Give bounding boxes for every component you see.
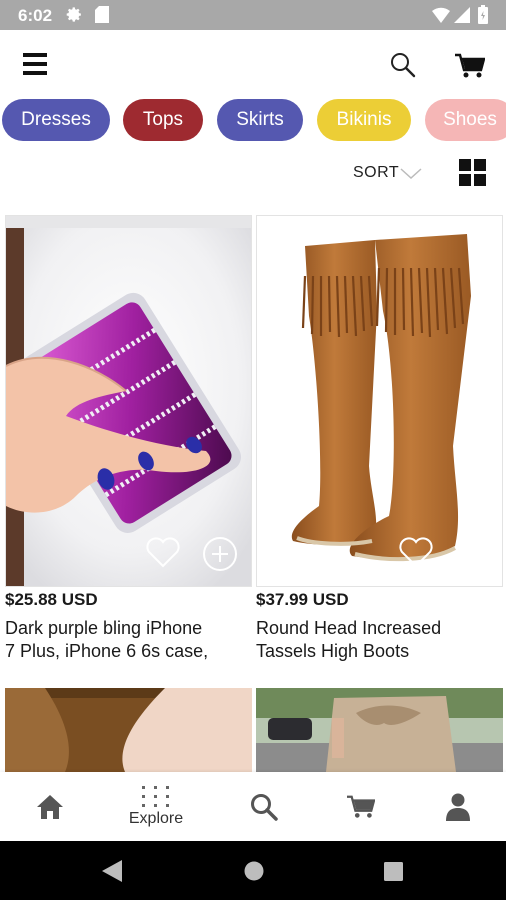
nav-cart[interactable] — [331, 772, 391, 841]
chip-tops[interactable]: Tops — [123, 99, 203, 141]
chip-skirts[interactable]: Skirts — [217, 99, 303, 141]
menu-icon[interactable] — [23, 53, 47, 75]
status-bar: 6:02 — [0, 0, 506, 30]
nav-search[interactable] — [234, 772, 294, 841]
chip-dresses[interactable]: Dresses — [2, 99, 110, 141]
product-title[interactable]: Dark purple bling iPhone 7 Plus, iPhone … — [5, 617, 245, 663]
product-title-line: 7 Plus, iPhone 6 6s case, — [5, 641, 209, 661]
nav-explore-label: Explore — [128, 809, 184, 827]
nav-explore[interactable]: Explore — [116, 772, 196, 841]
profile-icon — [446, 793, 470, 821]
sd-card-icon — [95, 6, 109, 23]
product-image-phone-case — [6, 216, 251, 586]
product-card[interactable] — [5, 688, 252, 772]
sort-toolbar: SORT — [0, 152, 506, 196]
nav-profile[interactable] — [428, 772, 488, 841]
product-card[interactable] — [256, 688, 503, 772]
bottom-navigation: Explore — [0, 772, 506, 841]
cart-icon — [347, 794, 375, 820]
add-icon[interactable] — [202, 536, 238, 572]
battery-icon — [478, 5, 488, 24]
gear-icon — [66, 6, 83, 23]
product-image-boots — [257, 216, 502, 586]
chevron-down-icon[interactable] — [400, 168, 422, 180]
product-title-line: Dark purple bling iPhone — [5, 618, 203, 638]
signal-icon — [454, 7, 470, 23]
search-icon[interactable] — [390, 52, 416, 78]
system-navigation-bar — [0, 841, 506, 900]
product-image-next — [256, 688, 503, 772]
heart-icon[interactable] — [398, 536, 434, 568]
chip-bikinis[interactable]: Bikinis — [317, 99, 411, 141]
product-price: $37.99 USD — [256, 590, 349, 609]
cart-icon[interactable] — [455, 53, 485, 79]
home-circle-icon[interactable] — [244, 861, 264, 881]
explore-dots-icon — [142, 785, 170, 808]
category-chips: Dresses Tops Skirts Bikinis Shoes — [0, 98, 506, 142]
chip-shoes[interactable]: Shoes — [425, 99, 506, 141]
product-title-line: Round Head Increased — [256, 618, 442, 638]
app-header — [0, 30, 506, 98]
sort-button[interactable]: SORT — [353, 164, 399, 182]
product-card[interactable] — [5, 215, 252, 587]
product-card[interactable] — [256, 215, 503, 587]
back-icon[interactable] — [102, 860, 122, 882]
nav-home[interactable] — [20, 772, 80, 841]
search-icon — [250, 793, 278, 821]
home-icon — [36, 794, 64, 820]
product-price: $25.88 USD — [5, 590, 98, 609]
recents-icon[interactable] — [384, 862, 403, 881]
product-image-next — [5, 688, 252, 772]
product-title[interactable]: Round Head Increased Tassels High Boots — [256, 617, 496, 663]
product-title-line: Tassels High Boots — [256, 641, 410, 661]
wifi-icon — [432, 7, 450, 23]
status-time: 6:02 — [18, 6, 53, 25]
grid-view-icon[interactable] — [459, 159, 486, 186]
heart-icon[interactable] — [145, 536, 181, 568]
